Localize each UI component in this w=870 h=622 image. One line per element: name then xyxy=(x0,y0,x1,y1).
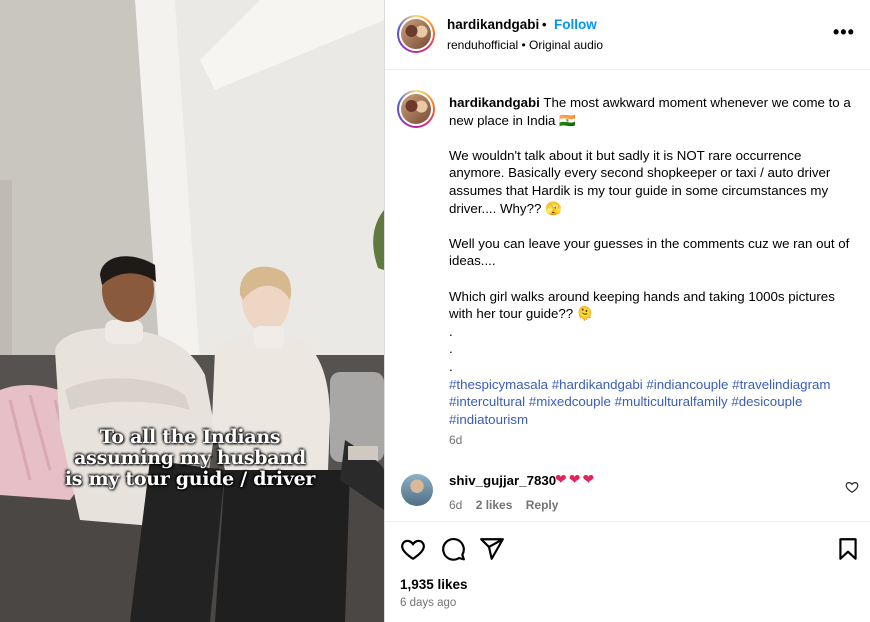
overlay-line: To all the Indians xyxy=(99,426,281,448)
hashtag-list: #thespicymasala #hardikandgabi #indianco… xyxy=(449,376,859,429)
comment-text: ❤❤❤ xyxy=(555,471,597,487)
author-username[interactable]: hardikandgabi xyxy=(447,17,539,32)
caption-line: Well you can leave your guesses in the c… xyxy=(449,235,850,269)
post-date: 6 days ago xyxy=(400,597,457,609)
comment-timestamp: 6d xyxy=(449,498,463,512)
caption-gap xyxy=(449,217,859,235)
hashtag-link[interactable]: #multiculturalfamily xyxy=(615,394,728,409)
comment-icon[interactable] xyxy=(440,536,466,562)
caption-gap xyxy=(449,270,859,288)
comment-like-heart-icon[interactable] xyxy=(845,480,859,494)
audio-link[interactable]: renduhofficial • Original audio xyxy=(447,38,603,52)
post-actions: 1,935 likes 6 days ago xyxy=(385,521,870,622)
save-bookmark-icon[interactable] xyxy=(835,536,861,562)
hashtag-link[interactable]: #thespicymasala xyxy=(449,377,548,392)
comment-meta: 6d 2 likes Reply xyxy=(449,498,568,512)
share-send-icon[interactable] xyxy=(479,536,505,562)
caption-text: hardikandgabi The most awkward moment wh… xyxy=(449,94,859,450)
post-details-panel: hardikandgabi • Follow renduhofficial • … xyxy=(384,0,870,622)
caption-dot: . xyxy=(449,323,453,339)
hashtag-link[interactable]: #hardikandgabi xyxy=(552,377,643,392)
hashtag-link[interactable]: #indiancouple xyxy=(646,377,728,392)
overlay-line: is my tour guide / driver xyxy=(64,468,316,490)
video-text-overlay: To all the Indians assuming my husband i… xyxy=(40,427,340,490)
author-avatar[interactable] xyxy=(397,15,435,53)
caption-line: We wouldn't talk about it but sadly it i… xyxy=(449,147,831,216)
separator-dot: • xyxy=(542,17,547,32)
hashtag-link[interactable]: #desicouple xyxy=(731,394,802,409)
like-count[interactable]: 1,935 likes xyxy=(400,577,468,592)
caption-line: Which girl walks around keeping hands an… xyxy=(449,288,835,322)
comment-item: shiv_gujjar_7830 ❤❤❤ 6d 2 likes Reply xyxy=(385,468,870,522)
comment-likes[interactable]: 2 likes xyxy=(476,498,513,512)
caption-dot: . xyxy=(449,358,453,374)
like-heart-icon[interactable] xyxy=(400,536,426,562)
reply-button[interactable]: Reply xyxy=(526,498,559,512)
hashtag-link[interactable]: #indiatourism xyxy=(449,412,528,427)
caption-dot: . xyxy=(449,341,453,357)
caption-username[interactable]: hardikandgabi xyxy=(449,95,540,110)
caption-gap xyxy=(449,129,859,147)
follow-button[interactable]: Follow xyxy=(554,17,597,32)
more-options-icon[interactable]: ••• xyxy=(833,22,855,43)
hashtag-link[interactable]: #mixedcouple xyxy=(529,394,611,409)
overlay-line: assuming my husband xyxy=(74,447,306,469)
caption-timestamp: 6d xyxy=(449,433,463,448)
video-media[interactable]: To all the Indians assuming my husband i… xyxy=(0,0,384,622)
hashtag-link[interactable]: #intercultural xyxy=(449,394,525,409)
post-viewer: To all the Indians assuming my husband i… xyxy=(0,0,870,622)
commenter-username[interactable]: shiv_gujjar_7830 xyxy=(449,473,556,488)
caption-avatar[interactable] xyxy=(397,90,435,128)
hashtag-link[interactable]: #travelindiagram xyxy=(732,377,830,392)
post-header: hardikandgabi • Follow renduhofficial • … xyxy=(385,0,870,70)
video-frame xyxy=(0,0,384,622)
commenter-avatar[interactable] xyxy=(401,474,433,506)
